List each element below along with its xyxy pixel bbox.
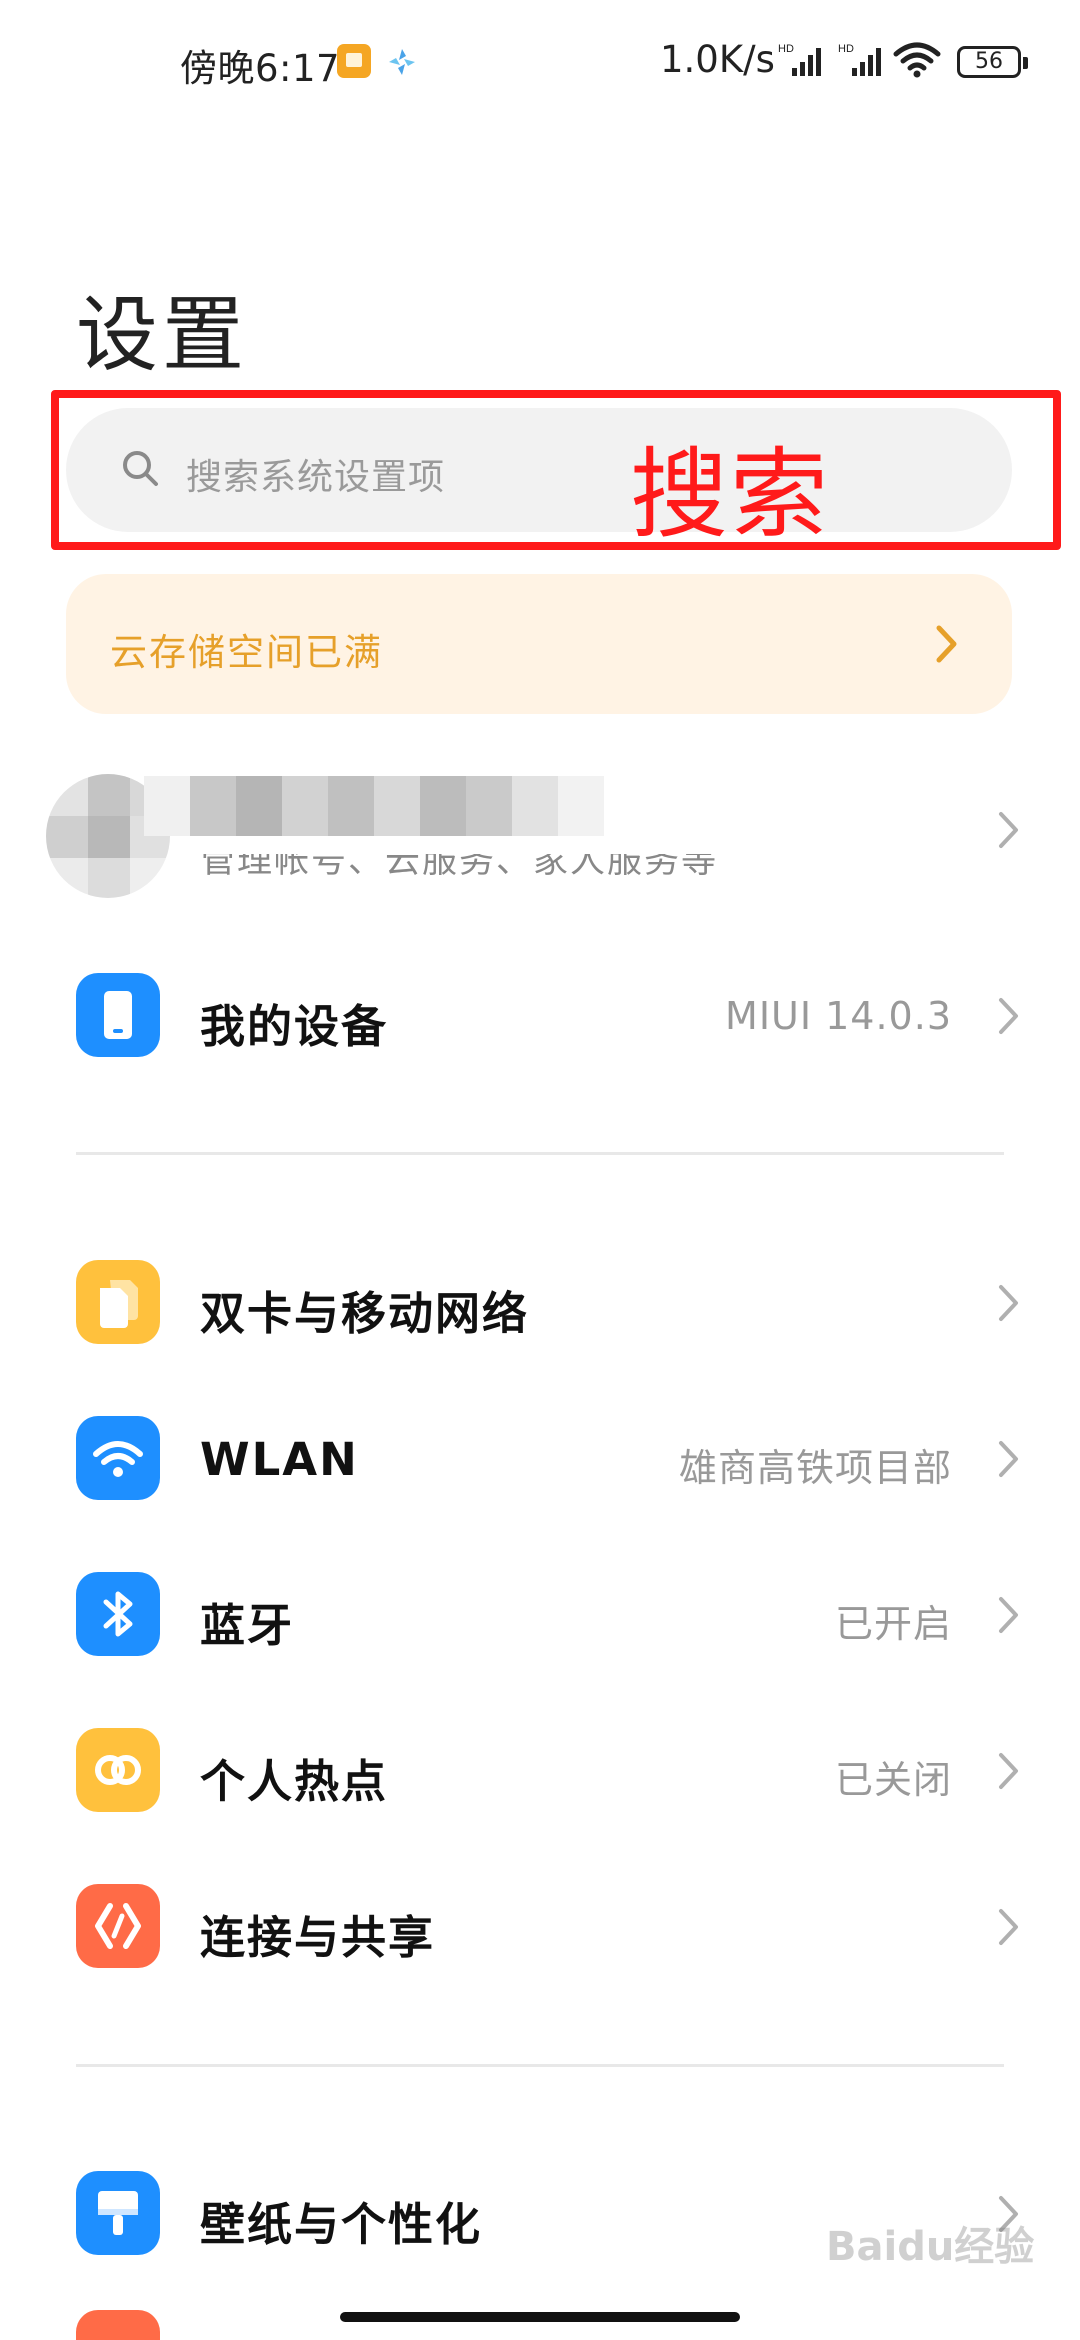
chevron-right-icon <box>999 812 1018 848</box>
status-time: 傍晚6:17 <box>180 47 341 90</box>
phone-icon <box>76 973 160 1057</box>
bluetooth-icon <box>76 1572 160 1656</box>
settings-item-label: 双卡与移动网络 <box>200 1287 530 1340</box>
page-title: 设置 <box>76 288 249 383</box>
settings-item-value: 已关闭 <box>834 1758 952 1802</box>
settings-item-my-device[interactable]: 我的设备 MIUI 14.0.3 <box>0 938 1080 1088</box>
settings-item-bluetooth[interactable]: 蓝牙 已开启 <box>0 1537 1080 1687</box>
watermark: Baidu经验 <box>826 2224 1035 2270</box>
chevron-right-icon <box>999 1285 1018 1321</box>
settings-item-label: 我的设备 <box>200 1000 389 1053</box>
settings-item-value: MIUI 14.0.3 <box>725 994 952 1038</box>
settings-item-label: 连接与共享 <box>200 1911 436 1964</box>
network-speed: 1.0K/s <box>660 38 775 81</box>
account-name-blurred <box>144 776 604 836</box>
svg-text:HD: HD <box>778 43 794 55</box>
settings-item-label: WLAN <box>200 1433 359 1486</box>
wallpaper-icon <box>76 2171 160 2255</box>
settings-item-value: 已开启 <box>834 1602 952 1646</box>
chevron-right-icon <box>999 1597 1018 1633</box>
chevron-right-icon <box>999 1753 1018 1789</box>
notes-notification-icon <box>337 44 371 78</box>
settings-item-label: 蓝牙 <box>200 1599 295 1652</box>
wifi-status-icon <box>893 42 941 78</box>
signal-icon: HD <box>838 43 881 76</box>
settings-item-wlan[interactable]: WLAN 雄商高铁项目部 <box>0 1381 1080 1531</box>
cloud-banner-text: 云存储空间已满 <box>110 631 383 674</box>
chevron-right-icon <box>999 1909 1018 1945</box>
annotation-frame <box>51 390 1061 550</box>
wifi-icon <box>76 1416 160 1500</box>
account-subtitle: 管理帐号、云服务、家人服务等 <box>200 841 719 881</box>
settings-item-hotspot[interactable]: 个人热点 已关闭 <box>0 1693 1080 1843</box>
settings-item-connection-sharing[interactable]: 连接与共享 <box>0 1849 1080 1999</box>
settings-item-label: 个人热点 <box>200 1755 389 1808</box>
cloud-storage-banner[interactable]: 云存储空间已满 <box>66 574 1012 714</box>
account-row[interactable]: 管理帐号、云服务、家人服务等 <box>0 760 1080 900</box>
settings-item-value: 雄商高铁项目部 <box>678 1446 952 1490</box>
app-notification-icon <box>389 49 415 75</box>
hotspot-icon <box>76 1728 160 1812</box>
sim-card-icon <box>76 1260 160 1344</box>
settings-item-dual-sim[interactable]: 双卡与移动网络 <box>0 1225 1080 1375</box>
chevron-right-icon <box>999 998 1018 1034</box>
chevron-right-icon <box>936 625 957 663</box>
battery-icon: 56 <box>957 46 1028 78</box>
chevron-right-icon <box>999 1441 1018 1477</box>
section-divider <box>76 2064 1004 2067</box>
home-indicator[interactable] <box>340 2312 740 2322</box>
signal-icon: HD <box>778 43 821 76</box>
svg-text:HD: HD <box>838 43 854 55</box>
next-item-icon-peek <box>76 2310 160 2340</box>
share-icon <box>76 1884 160 1968</box>
settings-item-label: 壁纸与个性化 <box>200 2198 483 2251</box>
status-bar: 傍晚6:17 1.0K/s HD HD 56 <box>0 0 1080 130</box>
section-divider <box>76 1152 1004 1155</box>
annotation-label: 搜索 <box>630 438 831 552</box>
